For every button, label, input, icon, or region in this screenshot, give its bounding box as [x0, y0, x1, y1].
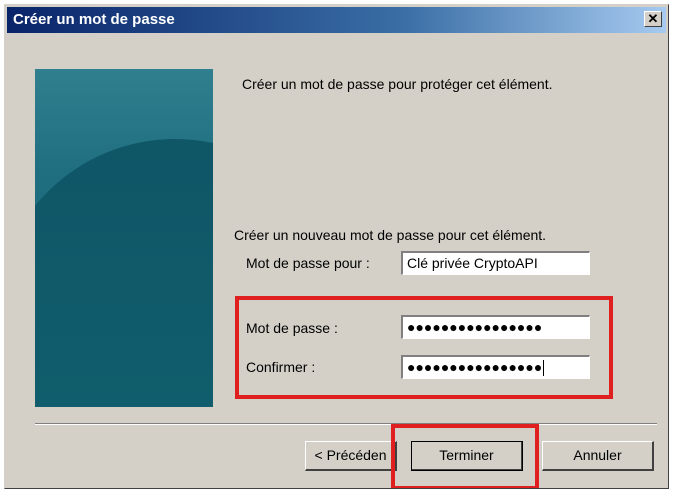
close-icon: ✕: [647, 11, 659, 26]
button-separator: [35, 423, 657, 425]
intro-text: Créer un mot de passe pour protéger cet …: [242, 76, 553, 92]
dialog-title: Créer un mot de passe: [13, 11, 175, 28]
sub-intro-text: Créer un nouveau mot de passe pour cet é…: [234, 227, 547, 243]
cancel-button[interactable]: Annuler: [542, 441, 654, 471]
title-bar: Créer un mot de passe ✕: [7, 7, 666, 33]
password-fields-highlight: [235, 296, 613, 399]
finish-button-highlight: [391, 424, 539, 488]
create-password-dialog: Créer un mot de passe ✕ Créer un mot de …: [4, 4, 669, 489]
password-for-field: Clé privée CryptoAPI: [401, 251, 590, 275]
password-for-label: Mot de passe pour :: [246, 255, 370, 271]
back-button[interactable]: < Précéden: [305, 441, 397, 471]
side-image-curve: [35, 139, 213, 407]
close-button[interactable]: ✕: [644, 11, 662, 27]
wizard-side-image: [35, 69, 213, 407]
